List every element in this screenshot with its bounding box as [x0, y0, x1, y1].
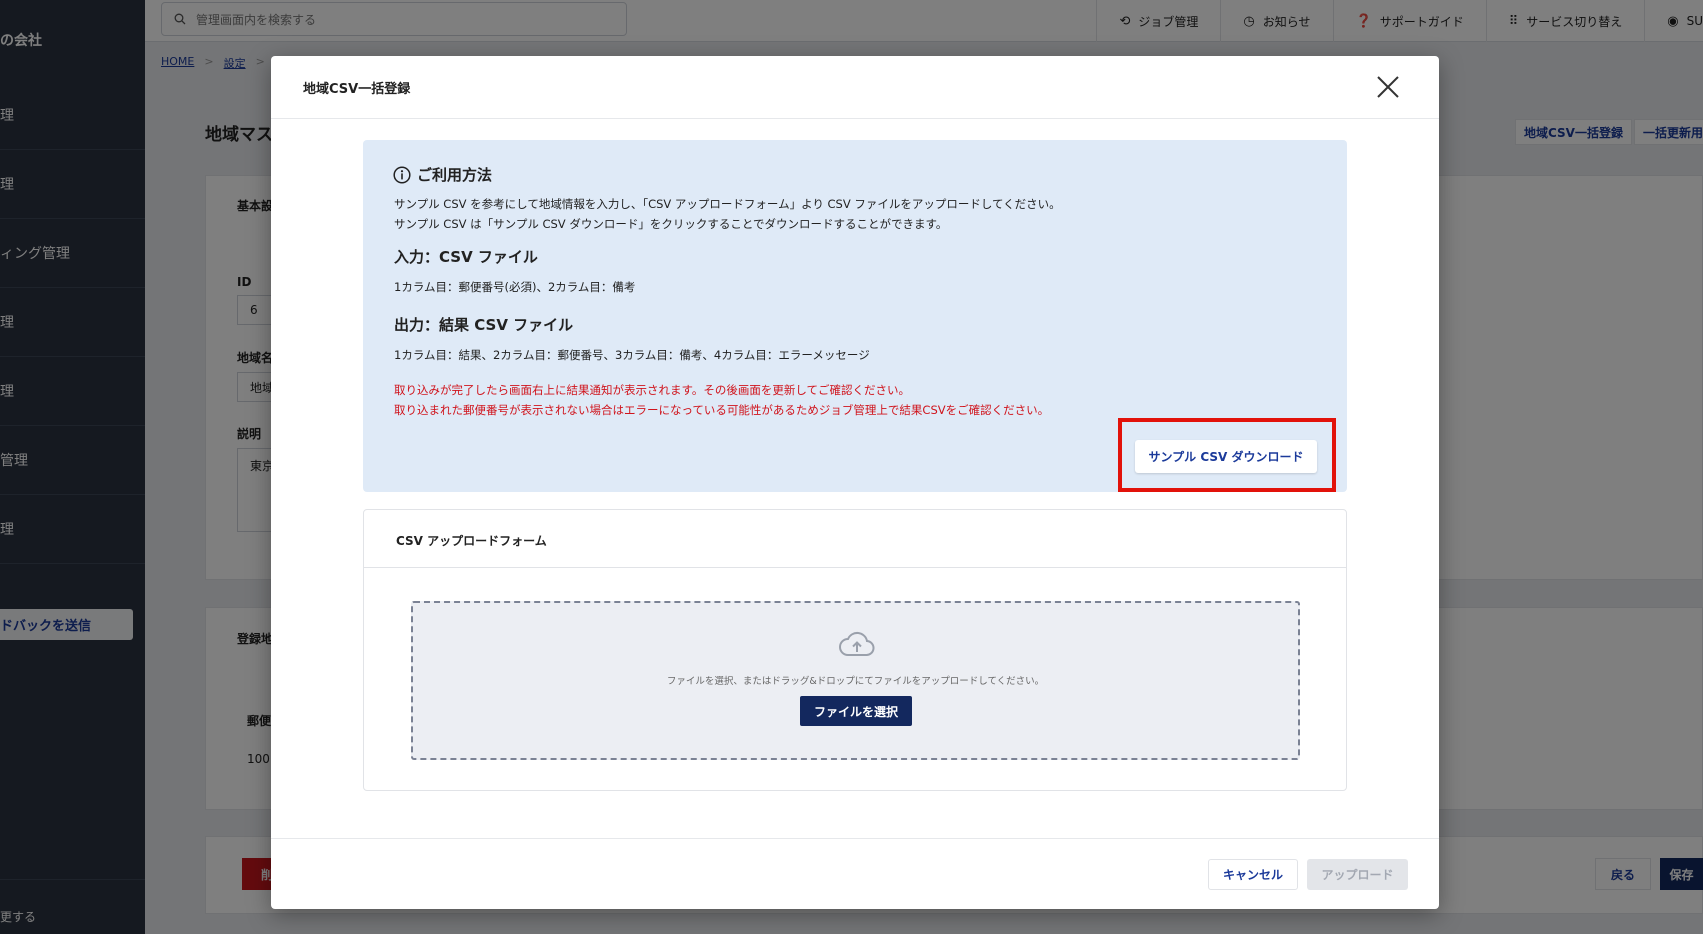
upload-form-card: CSV アップロードフォーム ファイルを選択、またはドラッグ&ドロップにてファイ… [363, 509, 1347, 791]
output-description: 1カラム目：結果、2カラム目：郵便番号、3カラム目：備考、4カラム目：エラーメッ… [394, 348, 870, 362]
input-description: 1カラム目：郵便番号(必須)、2カラム目：備考 [394, 280, 636, 294]
file-drop-zone[interactable]: ファイルを選択、またはドラッグ&ドロップにてファイルをアップロードしてください。… [411, 601, 1300, 760]
upload-form-title: CSV アップロードフォーム [396, 534, 547, 548]
input-title: 入力：CSV ファイル [394, 248, 538, 266]
output-title: 出力：結果 CSV ファイル [394, 316, 574, 334]
upload-form-header: CSV アップロードフォーム [364, 510, 1346, 568]
warning-line-2: 取り込まれた郵便番号が表示されない場合はエラーになっている可能性があるためジョブ… [394, 403, 1050, 417]
info-icon [393, 165, 411, 184]
warning-line-1: 取り込みが完了したら画面右上に結果通知が表示されます。その後画面を更新してご確認… [394, 383, 910, 397]
upload-button[interactable]: アップロード [1307, 859, 1408, 890]
usage-title: ご利用方法 [393, 164, 492, 185]
drop-zone-hint: ファイルを選択、またはドラッグ&ドロップにてファイルをアップロードしてください。 [666, 676, 1045, 687]
usage-line-1: サンプル CSV を参考にして地域情報を入力し、「CSV アップロードフォーム」… [394, 197, 1061, 211]
usage-title-text: ご利用方法 [417, 166, 493, 184]
modal-footer-divider [271, 838, 1439, 839]
close-button[interactable] [1375, 74, 1401, 100]
close-icon [1377, 76, 1399, 98]
modal-header: 地域CSV一括登録 [271, 56, 1439, 119]
modal-title: 地域CSV一括登録 [303, 82, 411, 97]
cloud-upload-icon [839, 631, 875, 656]
select-file-button[interactable]: ファイルを選択 [800, 696, 912, 726]
usage-line-2: サンプル CSV は「サンプル CSV ダウンロード」をクリックすることでダウン… [394, 217, 948, 231]
sample-csv-download-button[interactable]: サンプル CSV ダウンロード [1135, 440, 1317, 473]
cancel-button[interactable]: キャンセル [1208, 859, 1298, 890]
